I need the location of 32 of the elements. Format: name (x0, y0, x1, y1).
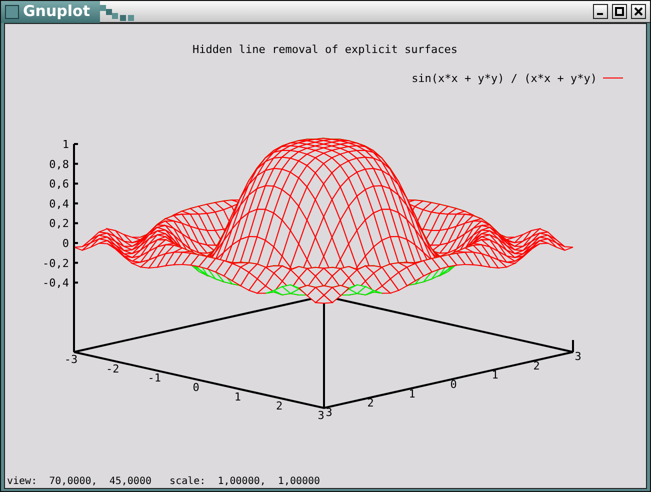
y-tick-label: 3 (326, 406, 332, 419)
plot-title: Hidden line removal of explicit surfaces (192, 43, 458, 56)
x-tick-label: -2 (106, 362, 120, 376)
x-tick-label: 1 (234, 390, 241, 404)
z-tick-label: 0,4 (49, 197, 69, 210)
x-tick-label: 2 (276, 400, 283, 413)
z-tick-label: -0,4 (42, 276, 69, 290)
y-tick-label: 1 (492, 368, 498, 382)
y-tick-label: 0 (450, 378, 457, 391)
y-tick-label: 2 (367, 396, 374, 410)
z-tick-label: -0,2 (42, 256, 69, 270)
y-tick-label: 2 (533, 359, 540, 372)
maximize-button[interactable] (612, 4, 627, 19)
z-tick-label: 0,2 (49, 217, 69, 230)
maximize-icon (615, 7, 624, 16)
minimize-button[interactable] (593, 4, 608, 19)
z-tick-label: 1 (62, 138, 69, 151)
z-tick-label: 0,6 (49, 178, 69, 191)
window-title: Gnuplot (23, 1, 90, 22)
legend-label: sin(x*x + y*y) / (x*x + y*y) (412, 72, 597, 85)
close-button[interactable] (631, 4, 646, 19)
x-tick-label: 3 (318, 409, 324, 422)
close-icon (634, 7, 643, 16)
x-tick-label: 0 (192, 381, 200, 394)
x-tick-label: -3 (64, 353, 78, 366)
window-icon (5, 4, 19, 18)
status-text: view: 70,0000, 45,0000 scale: 1,00000, 1,00000 (6, 476, 322, 488)
x-tick-label: -1 (148, 372, 161, 385)
z-tick-label: 0 (62, 237, 69, 250)
y-tick-label: 3 (574, 350, 582, 363)
z-tick-label: 0,8 (49, 158, 69, 171)
y-tick-label: 1 (408, 387, 416, 400)
